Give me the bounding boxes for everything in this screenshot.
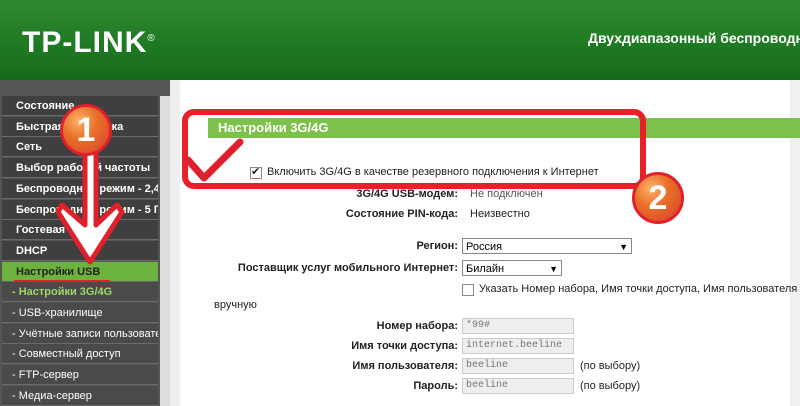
checkmark-icon bbox=[184, 138, 244, 182]
down-arrow-icon bbox=[55, 147, 125, 265]
step-badge-2: 2 bbox=[632, 172, 684, 224]
step-badge-1: 1 bbox=[60, 104, 112, 156]
